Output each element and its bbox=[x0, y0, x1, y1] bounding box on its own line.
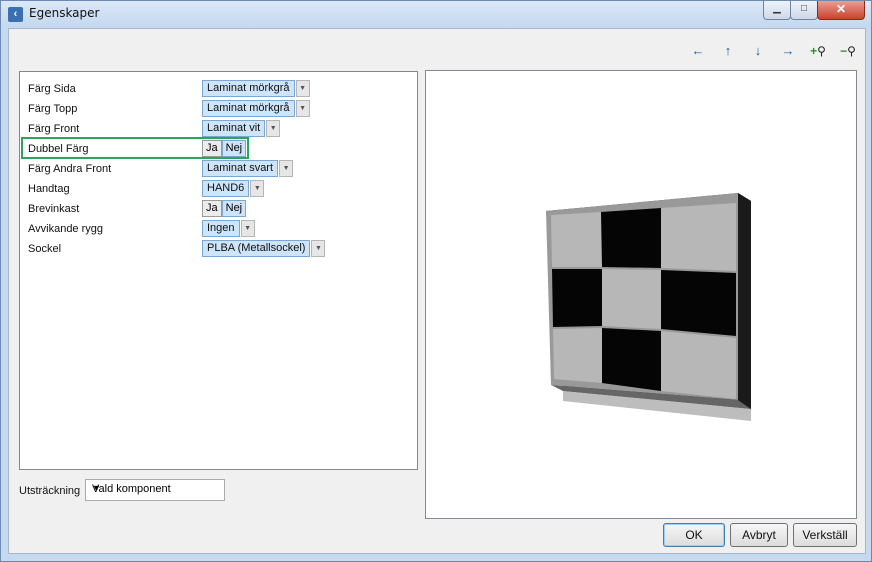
property-grid: Färg Sida Laminat mörkgrå ▼ Färg Topp Lam… bbox=[19, 71, 418, 470]
property-row: Brevinkast Ja Nej bbox=[20, 199, 417, 219]
chevron-down-icon[interactable]: ▼ bbox=[266, 120, 281, 137]
property-label: Färg Front bbox=[28, 123, 80, 135]
property-label: Avvikande rygg bbox=[28, 223, 104, 235]
no-option[interactable]: Nej bbox=[221, 200, 247, 217]
chevron-down-icon[interactable]: ▼ bbox=[279, 160, 294, 177]
extent-label: Utsträckning bbox=[19, 485, 81, 497]
property-combo[interactable]: Laminat vit ▼ bbox=[202, 120, 281, 137]
cancel-button[interactable]: Avbryt bbox=[730, 523, 788, 547]
property-row: Handtag HAND6 ▼ bbox=[20, 179, 417, 199]
view-toolbar: ← ↑ ↓ → +⚲ −⚲ bbox=[689, 42, 857, 60]
property-combo[interactable]: Laminat svart ▼ bbox=[202, 160, 294, 177]
property-row: Färg Andra Front Laminat svart ▼ bbox=[20, 159, 417, 179]
maximize-button[interactable]: □ bbox=[790, 1, 818, 20]
yes-no-toggle[interactable]: Ja Nej bbox=[202, 200, 247, 217]
property-row: Färg Topp Laminat mörkgrå ▼ bbox=[20, 99, 417, 119]
arrow-right-icon[interactable]: → bbox=[779, 42, 797, 60]
property-row: Avvikande rygg Ingen ▼ bbox=[20, 219, 417, 239]
chevron-down-icon[interactable]: ▼ bbox=[250, 180, 265, 197]
chevron-down-icon[interactable]: ▼ bbox=[295, 100, 310, 117]
zoom-in-icon[interactable]: +⚲ bbox=[809, 42, 827, 60]
chevron-down-icon[interactable]: ▼ bbox=[295, 80, 310, 97]
apply-button[interactable]: Verkställ bbox=[793, 523, 857, 547]
property-label: Färg Sida bbox=[28, 83, 76, 95]
property-label: Färg Topp bbox=[28, 103, 78, 115]
close-button[interactable]: ✕ bbox=[817, 1, 865, 20]
arrow-up-icon[interactable]: ↑ bbox=[719, 42, 737, 60]
extent-select[interactable]: Vald komponent ▼ bbox=[85, 479, 225, 501]
yes-option[interactable]: Ja bbox=[202, 200, 222, 217]
back-icon[interactable]: ‹ bbox=[8, 7, 23, 22]
property-combo[interactable]: PLBA (Metallsockel) ▼ bbox=[202, 240, 326, 257]
ok-button[interactable]: OK bbox=[663, 523, 725, 547]
property-label: Handtag bbox=[28, 183, 70, 195]
property-row: Sockel PLBA (Metallsockel) ▼ bbox=[20, 239, 417, 259]
property-combo[interactable]: HAND6 ▼ bbox=[202, 180, 265, 197]
chevron-down-icon[interactable]: ▼ bbox=[311, 240, 326, 257]
property-row: Färg Sida Laminat mörkgrå ▼ bbox=[20, 79, 417, 99]
property-combo[interactable]: Laminat mörkgrå ▼ bbox=[202, 100, 310, 117]
window-title: Egenskaper bbox=[29, 6, 100, 20]
row-highlight bbox=[21, 137, 249, 159]
properties-dialog: ‹ Egenskaper ▁ □ ✕ ← ↑ ↓ → +⚲ −⚲ Färg Si… bbox=[0, 0, 872, 562]
chevron-down-icon[interactable]: ▼ bbox=[240, 220, 255, 237]
title-bar[interactable]: ‹ Egenskaper ▁ □ ✕ bbox=[1, 1, 871, 27]
preview-pane[interactable] bbox=[425, 70, 857, 519]
zoom-out-icon[interactable]: −⚲ bbox=[839, 42, 857, 60]
property-row: Färg Front Laminat vit ▼ bbox=[20, 119, 417, 139]
property-combo[interactable]: Ingen ▼ bbox=[202, 220, 255, 237]
arrow-left-icon[interactable]: ← bbox=[689, 42, 707, 60]
property-label: Brevinkast bbox=[28, 203, 80, 215]
minimize-button[interactable]: ▁ bbox=[763, 1, 791, 20]
dialog-body: ← ↑ ↓ → +⚲ −⚲ Färg Sida Laminat mörkgrå ▼… bbox=[8, 28, 866, 554]
arrow-down-icon[interactable]: ↓ bbox=[749, 42, 767, 60]
chevron-down-icon[interactable]: ▼ bbox=[92, 483, 220, 493]
property-label: Sockel bbox=[28, 243, 62, 255]
locker-preview-image bbox=[546, 193, 751, 421]
property-label: Färg Andra Front bbox=[28, 163, 112, 175]
property-combo[interactable]: Laminat mörkgrå ▼ bbox=[202, 80, 310, 97]
